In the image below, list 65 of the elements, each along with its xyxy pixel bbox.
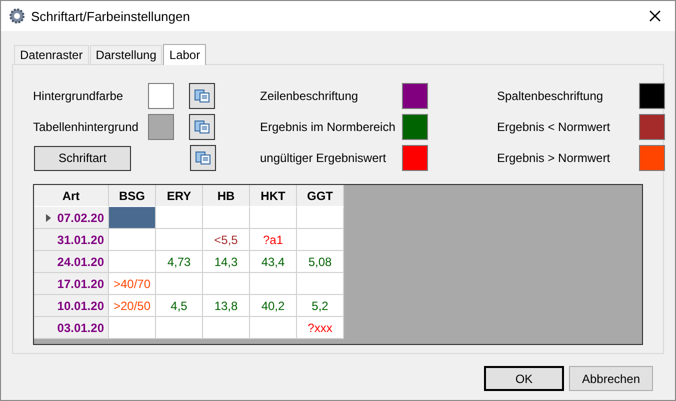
gear-icon [9,8,25,24]
setting-label: Tabellenhintergrund [33,120,140,134]
setting-label: Spaltenbeschriftung [497,89,604,103]
table-cell[interactable] [203,317,250,339]
table-cell[interactable] [250,207,297,229]
copy-button[interactable] [190,145,216,171]
copy-button[interactable] [189,83,215,109]
column-header[interactable]: GGT [297,185,344,207]
table-cell[interactable]: 5,2 [297,295,344,317]
font-button[interactable]: Schriftart [34,146,131,170]
table-cell[interactable]: 43,4 [250,251,297,273]
table-cell[interactable] [109,317,156,339]
table-cell[interactable]: 4,73 [156,251,203,273]
color-swatch[interactable] [639,145,665,171]
table-cell[interactable] [297,207,344,229]
table-cell[interactable]: 40,2 [250,295,297,317]
ok-button[interactable]: OK [484,366,564,391]
table-cell[interactable] [297,229,344,251]
table-cell[interactable] [156,273,203,295]
table-cell[interactable] [156,317,203,339]
column-header[interactable]: BSG [109,185,156,207]
table-cell[interactable] [297,273,344,295]
column-header[interactable]: Art [34,185,109,207]
setting-label: Ergebnis > Normwert [497,151,612,165]
table-cell[interactable] [156,229,203,251]
setting-label: Ergebnis < Normwert [497,120,612,134]
tab[interactable]: Labor [163,44,206,65]
tab[interactable]: Darstellung [90,45,162,64]
table-cell[interactable] [109,229,156,251]
copy-button[interactable] [189,114,215,140]
table-cell[interactable] [250,273,297,295]
column-header[interactable]: HB [203,185,250,207]
cancel-button[interactable]: Abbrechen [569,366,653,391]
table-cell[interactable]: 5,08 [297,251,344,273]
color-swatch[interactable] [148,114,174,140]
color-swatch[interactable] [402,145,428,171]
tab[interactable]: Datenraster [14,45,89,64]
color-swatch[interactable] [639,83,665,109]
table-cell[interactable]: 14,3 [203,251,250,273]
close-icon [649,10,661,22]
table-cell[interactable]: 4,5 [156,295,203,317]
column-header[interactable]: ERY [156,185,203,207]
table-cell[interactable] [250,317,297,339]
table-cell[interactable]: ?xxx [297,317,344,339]
copy-icon [194,89,210,103]
table-cell[interactable]: ?a1 [250,229,297,251]
table-cell[interactable]: 13,8 [203,295,250,317]
table-cell[interactable] [109,207,156,229]
copy-icon [195,151,211,165]
setting-label: Hintergrundfarbe [33,89,124,103]
column-header[interactable]: HKT [250,185,297,207]
color-swatch[interactable] [402,83,428,109]
setting-label: Ergebnis im Normbereich [260,120,396,134]
setting-label: Zeilenbeschriftung [260,89,360,103]
color-swatch[interactable] [148,83,174,109]
color-swatch[interactable] [639,114,665,140]
table-cell[interactable]: <5,5 [203,229,250,251]
table-cell[interactable] [203,207,250,229]
setting-label: ungültiger Ergebniswert [260,151,388,165]
window-title: Schriftart/Farbeinstellungen [31,8,191,24]
table-cell[interactable] [109,251,156,273]
table-cell[interactable] [156,207,203,229]
copy-icon [194,120,210,134]
color-swatch[interactable] [402,114,428,140]
table-cell[interactable] [203,273,250,295]
